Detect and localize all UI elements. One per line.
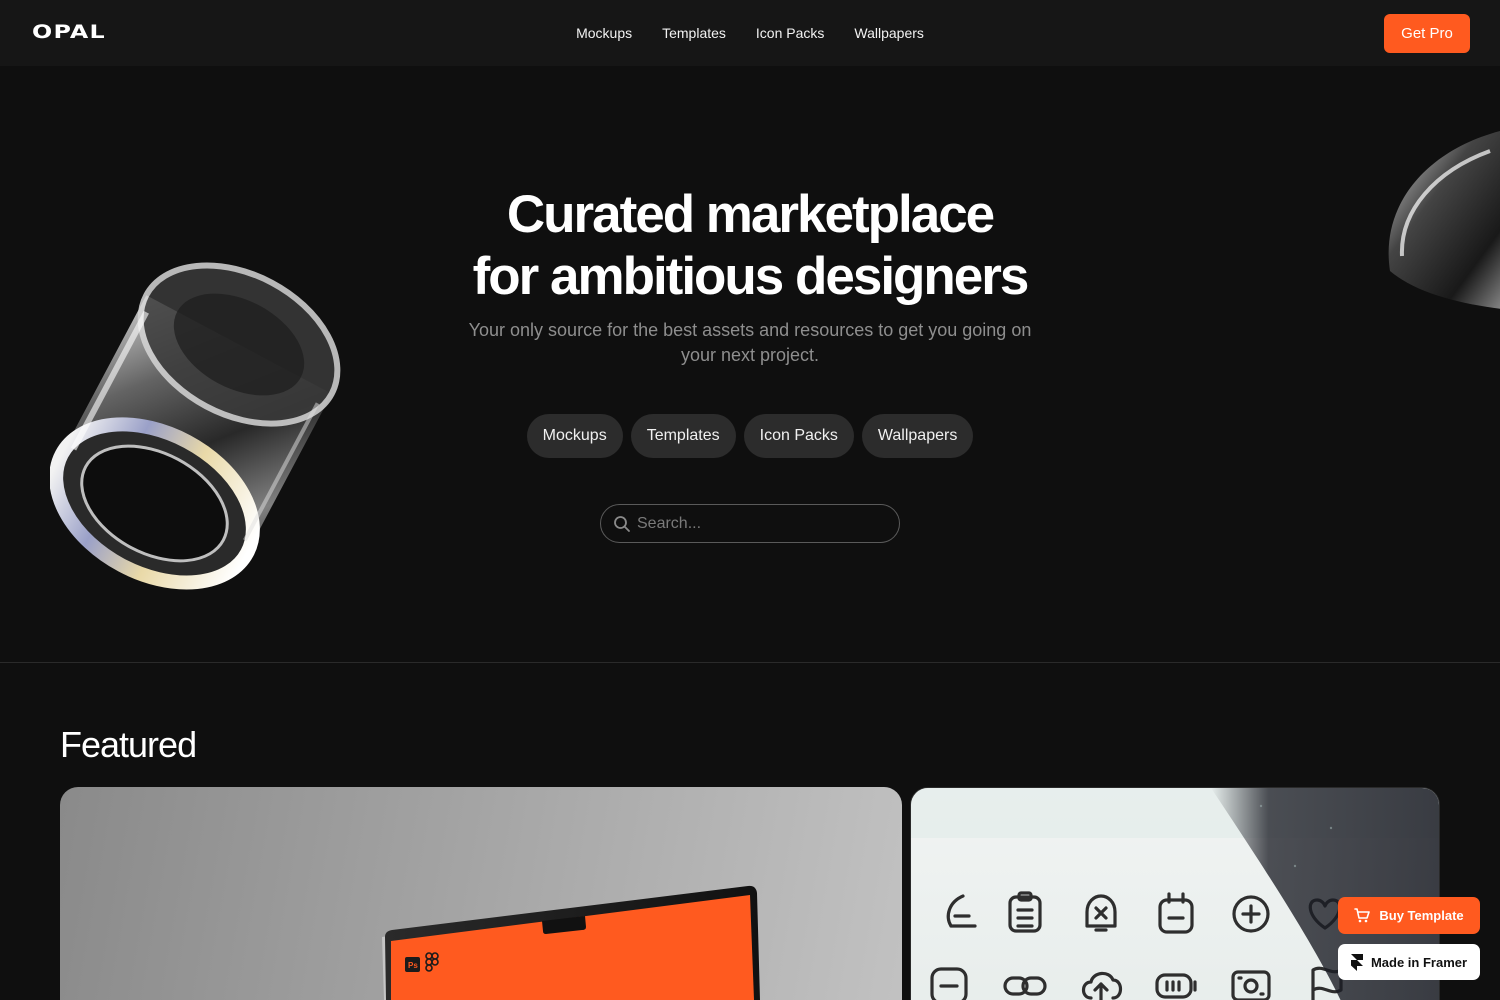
hero-section: Curated marketplace for ambitious design… bbox=[0, 66, 1500, 663]
pill-mockups[interactable]: Mockups bbox=[526, 414, 623, 458]
link-icon bbox=[1003, 976, 1047, 996]
get-pro-button[interactable]: Get Pro bbox=[1384, 14, 1470, 53]
nav-link-wallpapers[interactable]: Wallpapers bbox=[854, 25, 924, 41]
photoshop-badge: Ps bbox=[408, 961, 418, 970]
laptop-mockup-image: Ps bbox=[382, 885, 760, 1000]
search-icon bbox=[614, 516, 630, 532]
category-pills: Mockups Templates Icon Packs Wallpapers bbox=[0, 414, 1500, 458]
buy-template-button[interactable]: Buy Template bbox=[1338, 897, 1480, 934]
battery-icon bbox=[1155, 973, 1197, 999]
buy-template-label: Buy Template bbox=[1379, 908, 1464, 923]
cloud-upload-icon bbox=[1081, 971, 1123, 1000]
hero-subtitle: Your only source for the best assets and… bbox=[468, 320, 1032, 365]
nav-link-mockups[interactable]: Mockups bbox=[576, 25, 632, 41]
framer-logo-icon bbox=[1350, 953, 1363, 971]
minus-square-icon bbox=[930, 967, 968, 1000]
hero-title-line-1: Curated marketplace bbox=[506, 185, 995, 244]
pill-wallpapers[interactable]: Wallpapers bbox=[861, 414, 974, 458]
pill-icon-packs[interactable]: Icon Packs bbox=[743, 414, 854, 458]
pen-nib-icon bbox=[946, 894, 977, 928]
made-in-framer-label: Made in Framer bbox=[1370, 954, 1468, 970]
featured-heading: Featured bbox=[60, 724, 197, 765]
clipboard-list-icon bbox=[1008, 891, 1042, 933]
featured-card-mockup[interactable]: Ps bbox=[60, 787, 902, 1000]
pill-templates[interactable]: Templates bbox=[630, 414, 736, 458]
bell-x-icon bbox=[1085, 894, 1117, 932]
search-input[interactable] bbox=[637, 506, 887, 541]
banknote-icon bbox=[1231, 970, 1271, 1000]
made-in-framer-badge[interactable]: Made in Framer bbox=[1338, 944, 1480, 980]
hero-title: Curated marketplace for ambitious design… bbox=[0, 184, 1500, 308]
main-nav: Mockups Templates Icon Packs Wallpapers bbox=[0, 0, 1500, 66]
nav-link-templates[interactable]: Templates bbox=[662, 25, 726, 41]
hero-title-line-2: for ambitious designers bbox=[472, 247, 1030, 306]
plus-circle-icon bbox=[1232, 895, 1270, 933]
search-box bbox=[600, 504, 900, 543]
opal-logo[interactable]: OPAL bbox=[32, 21, 106, 43]
shopping-cart-icon bbox=[1354, 908, 1371, 923]
calendar-minus-icon bbox=[1158, 892, 1194, 934]
nav-link-icon-packs[interactable]: Icon Packs bbox=[756, 25, 824, 41]
top-navbar: OPAL Mockups Templates Icon Packs Wallpa… bbox=[0, 0, 1500, 66]
